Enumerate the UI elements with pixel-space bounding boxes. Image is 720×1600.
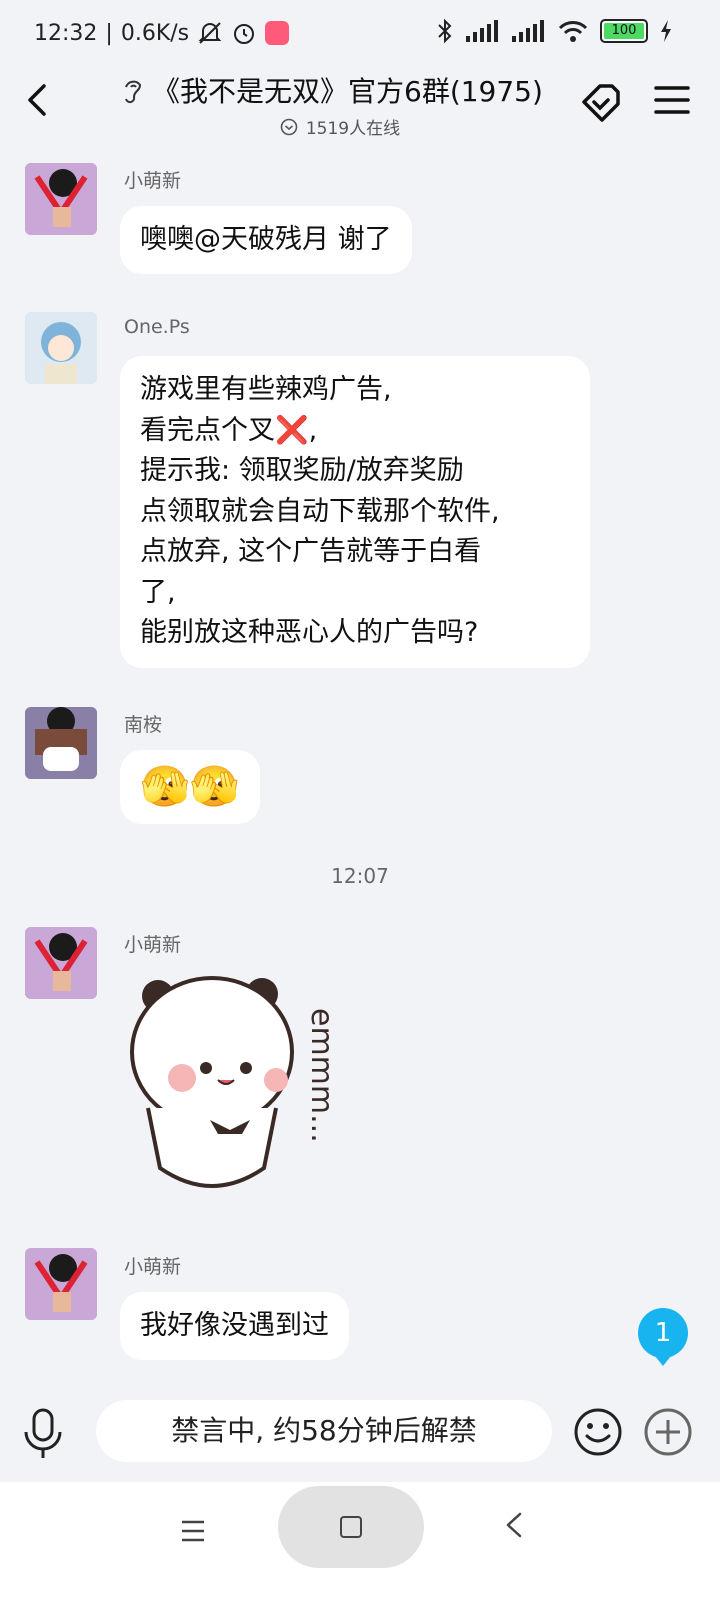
status-net-speed: 0.6K/s [120, 20, 190, 46]
app-notification-icon [265, 21, 290, 45]
input-bar: 禁言中, 约58分钟后解禁 [0, 1388, 720, 1482]
status-separator: | [105, 20, 113, 46]
message-text: 噢噢@天破残月 谢了 [140, 224, 392, 255]
message-line: 看完点个叉❌, [140, 414, 318, 446]
emoji-message: 🫣🫣 [140, 764, 240, 810]
avatar[interactable] [25, 927, 97, 999]
status-right: 100 [436, 18, 672, 44]
avatar[interactable] [25, 707, 97, 779]
avatar[interactable] [25, 312, 97, 384]
message-line: 游戏里有些辣鸡广告, [140, 374, 392, 405]
chat-header: 《我不是无双》官方6群(1975) 1519人在线 [0, 70, 720, 150]
panda-sticker: emmm... [130, 976, 339, 1188]
sender-name: One.Ps [124, 316, 190, 338]
message-text: 我好像没遇到过 [140, 1310, 329, 1341]
online-status-icon [280, 118, 298, 135]
recent-apps-icon[interactable] [176, 1516, 210, 1546]
sender-name: 小萌新 [124, 170, 182, 192]
signal-hd-icon [512, 20, 544, 42]
sticker-caption: emmm... [304, 1008, 339, 1143]
online-count: 1519人在线 [305, 119, 401, 139]
system-nav-bar [0, 1482, 720, 1600]
status-time: 12:32 [34, 20, 98, 46]
sender-name: 南桉 [124, 714, 163, 736]
status-left: 12:32 | 0.6K/s [34, 20, 290, 46]
battery-icon: 100 [600, 19, 648, 43]
ear-icon [125, 80, 142, 104]
home-button[interactable] [278, 1486, 424, 1568]
tag-exchange-icon[interactable] [578, 80, 624, 126]
message-bubble[interactable]: 🫣🫣 [120, 750, 260, 824]
silent-icon [198, 22, 222, 44]
avatar-image [25, 163, 97, 235]
message-bubble[interactable]: 噢噢@天破残月 谢了 [120, 206, 412, 274]
status-bar: 12:32 | 0.6K/s 100 [0, 0, 720, 70]
avatar[interactable] [25, 1248, 97, 1320]
avatar[interactable] [25, 163, 97, 235]
emoji-icon[interactable] [572, 1406, 624, 1458]
back-icon[interactable] [20, 82, 56, 118]
signal-icon [466, 20, 498, 42]
sender-name: 小萌新 [124, 934, 182, 956]
avatar-image [25, 927, 97, 999]
message-bubble[interactable]: 我好像没遇到过 [120, 1292, 349, 1360]
message-line: 提示我: 领取奖励/放弃奖励 [140, 455, 464, 486]
microphone-icon[interactable] [20, 1408, 66, 1460]
unread-badge[interactable]: 1 [638, 1308, 688, 1366]
menu-icon[interactable] [654, 84, 690, 116]
alarm-icon [234, 24, 255, 44]
group-title: 《我不是无双》官方6群(1975) [152, 75, 543, 108]
message-line: 点放弃, 这个广告就等于白看 [140, 536, 482, 567]
muted-input-field[interactable]: 禁言中, 约58分钟后解禁 [96, 1400, 552, 1462]
avatar-image [25, 312, 97, 384]
home-icon [340, 1516, 362, 1538]
sender-name: 小萌新 [124, 1256, 182, 1278]
time-separator: 12:07 [331, 864, 389, 888]
message-line: 了, [140, 576, 176, 608]
sticker-message[interactable]: emmm... [120, 968, 360, 1212]
avatar-image [25, 1248, 97, 1320]
title-block[interactable]: 《我不是无双》官方6群(1975) 1519人在线 [120, 70, 570, 139]
charging-icon [661, 20, 671, 42]
battery-level: 100 [604, 23, 644, 39]
plus-icon[interactable] [642, 1406, 694, 1458]
wifi-icon [558, 21, 588, 42]
bluetooth-icon [438, 18, 452, 44]
nav-back-icon[interactable] [502, 1510, 526, 1540]
message-line: 点领取就会自动下载那个软件, [140, 495, 500, 527]
message-bubble[interactable]: 游戏里有些辣鸡广告, 看完点个叉❌, 提示我: 领取奖励/放弃奖励 点领取就会自… [120, 356, 590, 668]
avatar-image [25, 707, 97, 779]
message-line: 能别放这种恶心人的广告吗? [140, 617, 479, 648]
